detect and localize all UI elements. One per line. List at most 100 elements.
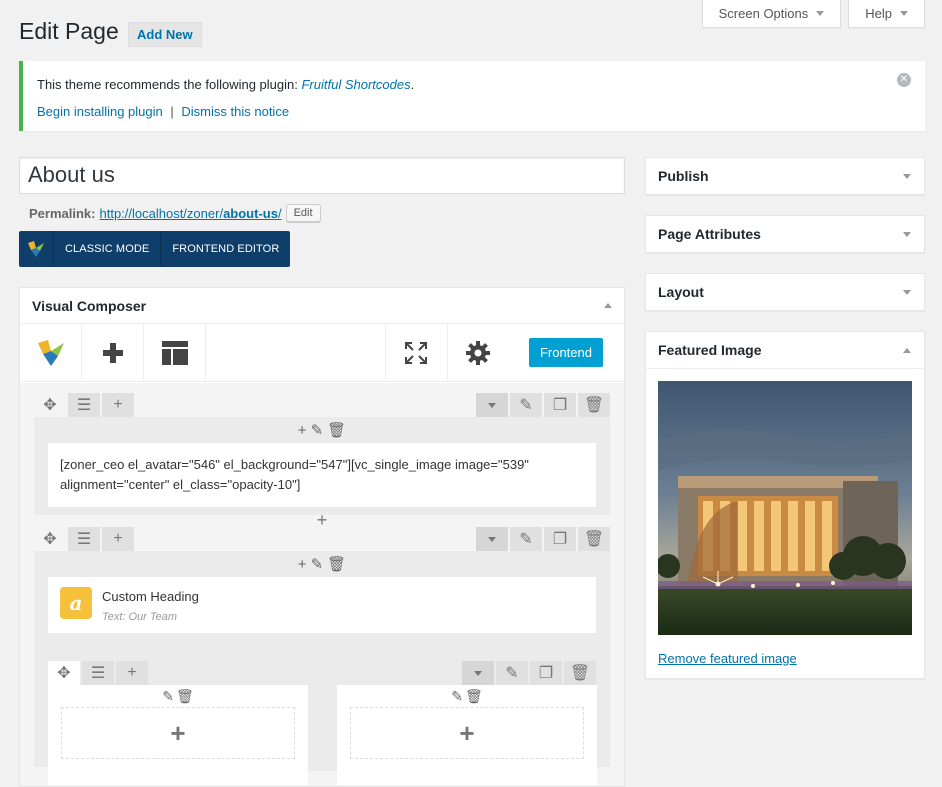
pencil-icon[interactable]: ✎ [510, 393, 542, 417]
plus-icon[interactable]: + [102, 527, 134, 551]
plus-icon[interactable]: + [116, 661, 148, 685]
plus-icon: + [170, 717, 186, 748]
layout-box: Layout [645, 273, 925, 311]
featured-image-box-header[interactable]: Featured Image [646, 332, 924, 368]
column-controls: + ✎ 🗑 [34, 551, 610, 577]
featured-image-box-title: Featured Image [658, 342, 762, 358]
help-label: Help [865, 6, 892, 21]
page-attributes-box-header[interactable]: Page Attributes [646, 216, 924, 252]
trash-icon[interactable]: 🗑 [327, 555, 346, 573]
visual-composer-box: Visual Composer Frontend ✥ ☰ + ✎ ❐ 🗑 + ✎… [19, 287, 625, 787]
move-icon[interactable]: ✥ [34, 393, 66, 417]
pencil-icon[interactable]: ✎ [162, 688, 174, 705]
vc-logo-button[interactable] [20, 324, 82, 381]
trash-icon[interactable]: 🗑 [327, 421, 346, 439]
help-button[interactable]: Help [848, 0, 925, 28]
trash-icon[interactable]: 🗑 [176, 688, 194, 705]
inner-row: ✥ ☰ + ✎ ❐ 🗑 ✎ 🗑 + ✎ 🗑 + [48, 661, 597, 785]
chevron-up-icon[interactable] [604, 303, 612, 308]
pencil-icon[interactable]: ✎ [510, 527, 542, 551]
featured-image-box: Featured Image Remove featured image [645, 331, 925, 679]
notice-text: This theme recommends the following plug… [37, 77, 298, 92]
columns-icon[interactable]: ☰ [68, 393, 100, 417]
permalink-edit-button[interactable]: Edit [285, 204, 321, 222]
begin-installing-link[interactable]: Begin installing plugin [37, 104, 163, 119]
trash-icon[interactable]: 🗑 [465, 688, 483, 705]
chevron-down-icon[interactable] [476, 393, 508, 417]
row-controls: ✥ ☰ + ✎ ❐ 🗑 [34, 393, 610, 417]
chevron-up-icon[interactable] [903, 347, 911, 353]
clone-icon[interactable]: ❐ [544, 393, 576, 417]
classic-mode-button[interactable]: CLASSIC MODE [54, 231, 162, 267]
chevron-down-icon [816, 11, 825, 16]
chevron-down-icon[interactable] [476, 527, 508, 551]
custom-heading-element[interactable]: a Custom Heading Text: Our Team [48, 577, 596, 633]
publish-box-title: Publish [658, 168, 709, 184]
trash-icon[interactable]: 🗑 [578, 527, 610, 551]
inner-row-controls: ✥ ☰ + ✎ ❐ 🗑 [48, 661, 596, 685]
gear-icon [466, 340, 491, 365]
pencil-icon[interactable]: ✎ [311, 421, 324, 439]
trash-icon[interactable]: 🗑 [578, 393, 610, 417]
vc-box-header[interactable]: Visual Composer [20, 288, 624, 324]
fullscreen-button[interactable] [384, 324, 447, 381]
permalink-slug: about-us [223, 205, 278, 221]
templates-button[interactable] [144, 324, 206, 381]
settings-button[interactable] [446, 324, 509, 381]
post-title-input[interactable]: About us [19, 157, 625, 194]
heading-text: Custom Heading Text: Our Team [102, 587, 199, 627]
chevron-down-icon[interactable] [903, 289, 911, 295]
notice-links: Begin installing plugin | Dismiss this n… [37, 104, 911, 119]
plus-icon[interactable]: + [298, 556, 307, 573]
vc-box-title: Visual Composer [32, 297, 147, 314]
inner-row-controls-right: ✎ ❐ 🗑 [462, 661, 596, 685]
row-controls-right: ✎ ❐ 🗑 [476, 393, 610, 417]
row-controls-left: ✥ ☰ + [34, 527, 134, 551]
chevron-down-icon[interactable] [903, 231, 911, 237]
heading-title: Custom Heading [102, 589, 199, 604]
add-new-button[interactable]: Add New [128, 22, 202, 47]
plus-icon[interactable]: + [298, 422, 307, 439]
pencil-icon[interactable]: ✎ [311, 555, 324, 573]
dismiss-notice-link[interactable]: Dismiss this notice [181, 104, 289, 119]
trash-icon[interactable]: 🗑 [564, 661, 596, 685]
fullscreen-icon [405, 341, 428, 364]
heading-subtitle: Text: Our Team [102, 611, 177, 623]
vc-row: ✥ ☰ + ✎ ❐ 🗑 + ✎ 🗑 [zoner_ceo el_avatar="… [34, 393, 610, 530]
vc-logo-icon [37, 339, 64, 366]
chevron-down-icon[interactable] [903, 173, 911, 179]
pencil-icon[interactable]: ✎ [496, 661, 528, 685]
vc-mode-bar: CLASSIC MODE FRONTEND EDITOR [19, 231, 291, 267]
add-element-dropzone[interactable]: + [350, 707, 584, 759]
move-icon[interactable]: ✥ [48, 661, 80, 685]
add-element-button[interactable] [82, 324, 144, 381]
columns-icon[interactable]: ☰ [82, 661, 114, 685]
pencil-icon[interactable]: ✎ [451, 688, 463, 705]
row-controls-right: ✎ ❐ 🗑 [476, 527, 610, 551]
row-controls-left: ✥ ☰ + [34, 393, 134, 417]
permalink-link[interactable]: http://localhost/zoner/about-us/ [99, 206, 281, 221]
templates-icon [161, 340, 188, 365]
notice-separator: | [170, 104, 174, 119]
notice-text-end: . [410, 77, 415, 92]
plus-icon[interactable]: + [102, 393, 134, 417]
add-element-dropzone[interactable]: + [61, 707, 295, 759]
frontend-button[interactable]: Frontend [528, 338, 603, 367]
featured-image[interactable] [658, 381, 912, 635]
chevron-down-icon[interactable] [462, 661, 494, 685]
clone-icon[interactable]: ❐ [544, 527, 576, 551]
shortcode-element[interactable]: [zoner_ceo el_avatar="546" el_background… [48, 443, 596, 507]
close-icon[interactable]: ✕ [897, 73, 911, 87]
custom-heading: a Custom Heading Text: Our Team [60, 587, 584, 627]
frontend-editor-button[interactable]: FRONTEND EDITOR [161, 231, 290, 267]
layout-box-header[interactable]: Layout [646, 274, 924, 310]
move-icon[interactable]: ✥ [34, 527, 66, 551]
inner-column-controls: ✎ 🗑 [337, 685, 597, 707]
remove-featured-image-link[interactable]: Remove featured image [658, 651, 797, 666]
columns-icon[interactable]: ☰ [68, 527, 100, 551]
publish-box-header[interactable]: Publish [646, 158, 924, 194]
page-title: Edit Page [19, 18, 119, 44]
clone-icon[interactable]: ❐ [530, 661, 562, 685]
screen-options-button[interactable]: Screen Options [701, 0, 842, 28]
